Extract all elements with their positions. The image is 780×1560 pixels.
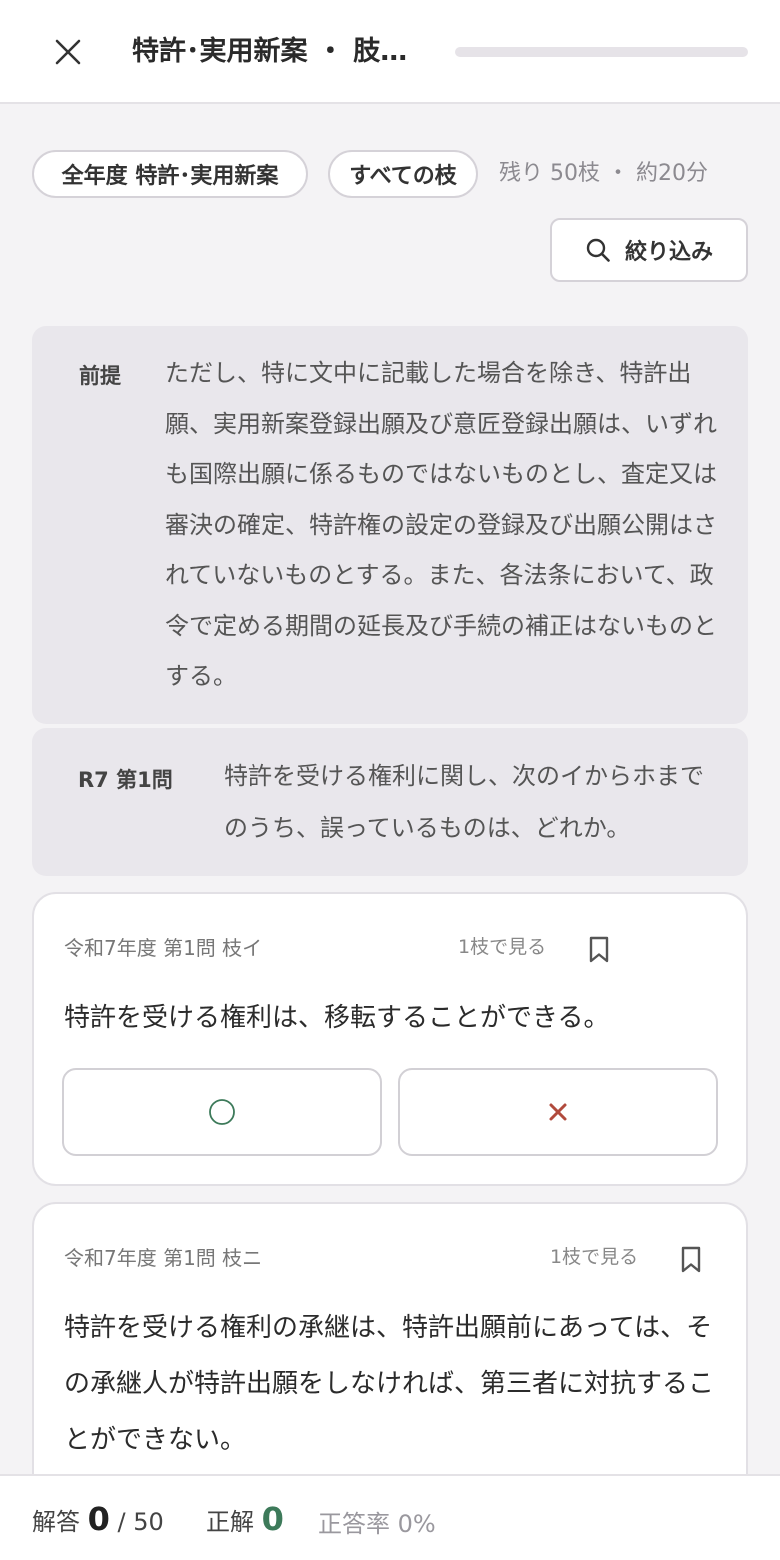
close-icon bbox=[55, 39, 81, 65]
answered-total: / 50 bbox=[117, 1508, 164, 1536]
answered-label: 解答 bbox=[32, 1508, 80, 1536]
page-title: 特許･実用新案 ・ 肢… bbox=[132, 36, 408, 67]
remaining-count: 残り 50枝 ・ 約20分 bbox=[499, 161, 708, 186]
progress-bar bbox=[455, 47, 748, 57]
close-button[interactable] bbox=[48, 32, 88, 72]
choice-meta: 令和7年度 第1問 枝ニ bbox=[64, 1246, 263, 1270]
bookmark-icon[interactable] bbox=[588, 936, 610, 964]
stats-bar: 解答 0 / 50 正解 0 正答率 0% bbox=[0, 1474, 780, 1560]
bookmark-icon[interactable] bbox=[680, 1246, 702, 1274]
question-text: 特許を受ける権利に関し、次のイからホまでのうち、誤っているものは、どれか。 bbox=[224, 762, 704, 842]
filter-button-label: 絞り込み bbox=[624, 240, 713, 265]
filter-button[interactable]: 絞り込み bbox=[550, 218, 748, 282]
correct-label: 正解 bbox=[206, 1508, 254, 1536]
header-bar: 特許･実用新案 ・ 肢… bbox=[0, 0, 780, 104]
choice-text: 特許を受ける権利は、移転することができる。 bbox=[64, 1003, 610, 1033]
choice-card: 令和7年度 第1問 枝イ 1枝で見る 特許を受ける権利は、移転することができる。 bbox=[32, 892, 748, 1186]
premise-label: 前提 bbox=[79, 364, 121, 388]
accuracy-rate: 正答率 0% bbox=[318, 1510, 436, 1538]
correct-stat: 正解 0 bbox=[206, 1500, 284, 1538]
choice-text: 特許を受ける権利の承継は、特許出願前にあっては、その承継人が特許出願をしなければ… bbox=[64, 1313, 715, 1455]
answered-stat: 解答 0 / 50 bbox=[32, 1500, 164, 1538]
search-icon bbox=[586, 238, 610, 262]
view-single-link[interactable]: 1枝で見る bbox=[458, 932, 546, 959]
correct-value: 0 bbox=[261, 1500, 284, 1538]
view-single-link[interactable]: 1枝で見る bbox=[550, 1242, 638, 1269]
answer-correct-button[interactable] bbox=[62, 1068, 382, 1156]
question-label: R7 第1問 bbox=[78, 768, 173, 792]
cross-icon bbox=[549, 1103, 567, 1121]
choice-meta: 令和7年度 第1問 枝イ bbox=[64, 936, 263, 960]
question-panel: R7 第1問 特許を受ける権利に関し、次のイからホまでのうち、誤っているものは、… bbox=[32, 728, 748, 876]
answer-wrong-button[interactable] bbox=[398, 1068, 718, 1156]
branch-filter-chip[interactable]: すべての枝 bbox=[328, 150, 478, 198]
choice-card: 令和7年度 第1問 枝ニ 1枝で見る 特許を受ける権利の承継は、特許出願前にあっ… bbox=[32, 1202, 748, 1502]
answered-value: 0 bbox=[87, 1500, 110, 1538]
premise-text: ただし、特に文中に記載した場合を除き、特許出願、実用新案登録出願及び意匠登録出願… bbox=[165, 359, 717, 690]
circle-icon bbox=[209, 1099, 235, 1125]
year-filter-chip[interactable]: 全年度 特許･実用新案 bbox=[32, 150, 308, 198]
premise-panel: 前提 ただし、特に文中に記載した場合を除き、特許出願、実用新案登録出願及び意匠登… bbox=[32, 326, 748, 724]
